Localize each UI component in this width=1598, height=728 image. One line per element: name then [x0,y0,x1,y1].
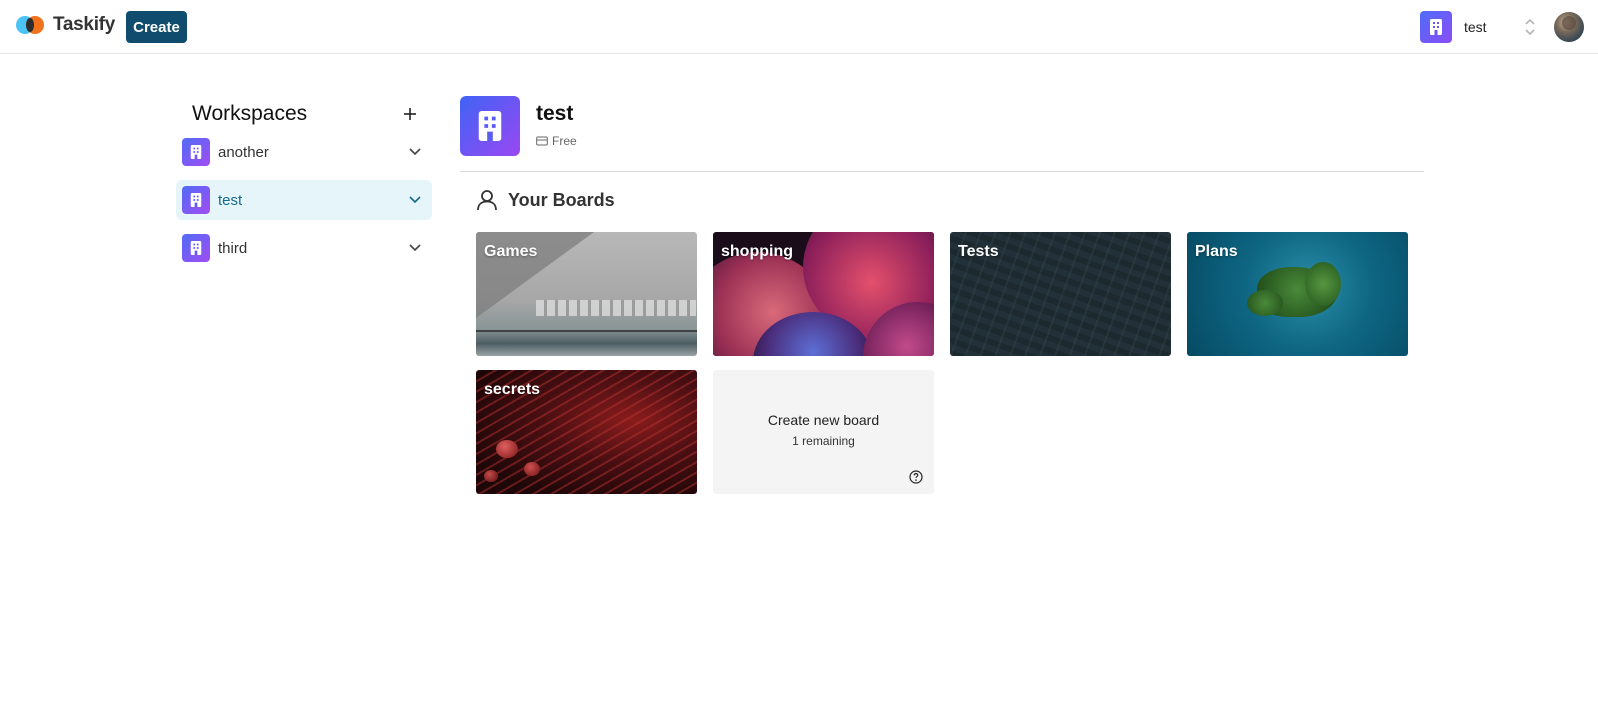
board-title: Games [484,243,538,260]
board-title: shopping [721,243,793,260]
workspace-plan: Free [536,134,577,148]
top-navbar: Taskify Create test [0,0,1598,54]
sidebar-item-third[interactable]: third [176,228,432,268]
board-title: Tests [958,243,999,260]
boards-section-header: Your Boards [476,189,615,211]
board-card-shopping[interactable]: shopping [713,232,934,356]
chevron-down-icon[interactable] [408,242,422,254]
taskify-logo[interactable]: Taskify [16,12,115,38]
building-icon [182,138,210,166]
create-new-board-button[interactable]: Create new board 1 remaining [713,370,934,494]
board-card-plans[interactable]: Plans [1187,232,1408,356]
building-icon [182,234,210,262]
logo-text: Taskify [53,14,115,35]
logo-icon [16,14,46,36]
boards-remaining-count: 1 remaining [792,434,855,448]
user-avatar[interactable] [1554,12,1584,42]
board-title: secrets [484,381,541,398]
board-title: Plans [1195,243,1238,260]
sidebar-item-another[interactable]: another [176,132,432,172]
workspace-main: test Free Your Boards Games shopping Tes… [460,96,1424,494]
building-icon [182,186,210,214]
chevron-down-icon[interactable] [408,146,422,158]
sidebar-item-label: third [218,239,248,257]
sidebar-item-test[interactable]: test [176,180,432,220]
create-board-label: Create new board [767,412,880,428]
sidebar-title: Workspaces [192,102,308,125]
building-icon [460,96,520,156]
user-icon [477,190,497,211]
add-workspace-button[interactable] [398,102,422,126]
workspace-title: test [536,102,574,125]
board-card-secrets[interactable]: secrets [476,370,697,494]
organization-name: test [1464,19,1487,35]
chevrons-up-down-icon [1525,18,1535,36]
boards-grid: Games shopping Tests Plans secrets Creat… [476,232,1416,498]
plus-icon [404,108,416,120]
help-circle-icon[interactable] [909,470,923,484]
sidebar-item-label: test [218,191,243,209]
board-card-tests[interactable]: Tests [950,232,1171,356]
credit-card-icon [536,136,548,146]
plan-label: Free [552,134,577,148]
create-button[interactable]: Create [126,11,187,43]
workspace-header: test Free [460,96,1424,172]
sidebar-header: Workspaces [176,96,432,132]
sidebar-item-label: another [218,143,269,161]
chevron-down-icon[interactable] [408,194,422,206]
workspace-sidebar: Workspaces another test third [176,96,432,276]
organization-switcher[interactable]: test [1420,11,1540,43]
building-icon [1420,11,1452,43]
boards-section-title: Your Boards [508,189,615,210]
board-card-games[interactable]: Games [476,232,697,356]
